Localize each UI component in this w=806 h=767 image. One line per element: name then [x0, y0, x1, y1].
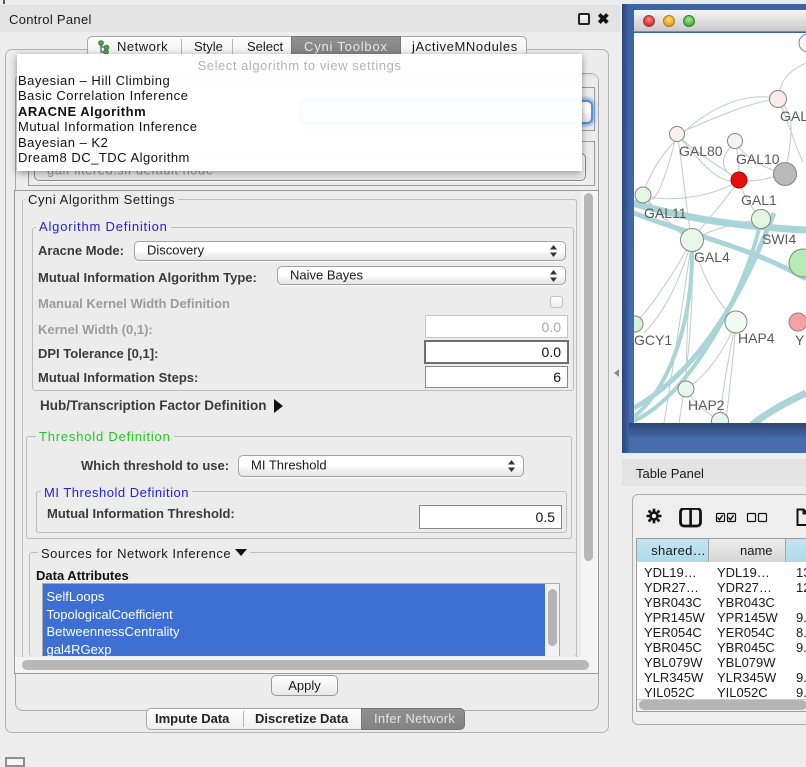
svg-text:GAL80: GAL80	[679, 143, 723, 159]
svg-text:Y: Y	[795, 332, 805, 348]
svg-text:HAP2: HAP2	[688, 397, 725, 413]
svg-text:SWI4: SWI4	[762, 231, 796, 247]
svg-text:GAL: GAL	[780, 108, 806, 124]
svg-text:GAL1: GAL1	[741, 192, 777, 208]
svg-text:GAL11: GAL11	[644, 205, 687, 221]
svg-text:HAP4: HAP4	[738, 330, 775, 346]
svg-text:GCY1: GCY1	[634, 332, 672, 348]
svg-text:GAL4: GAL4	[694, 249, 730, 265]
svg-text:GAL10: GAL10	[736, 151, 780, 167]
